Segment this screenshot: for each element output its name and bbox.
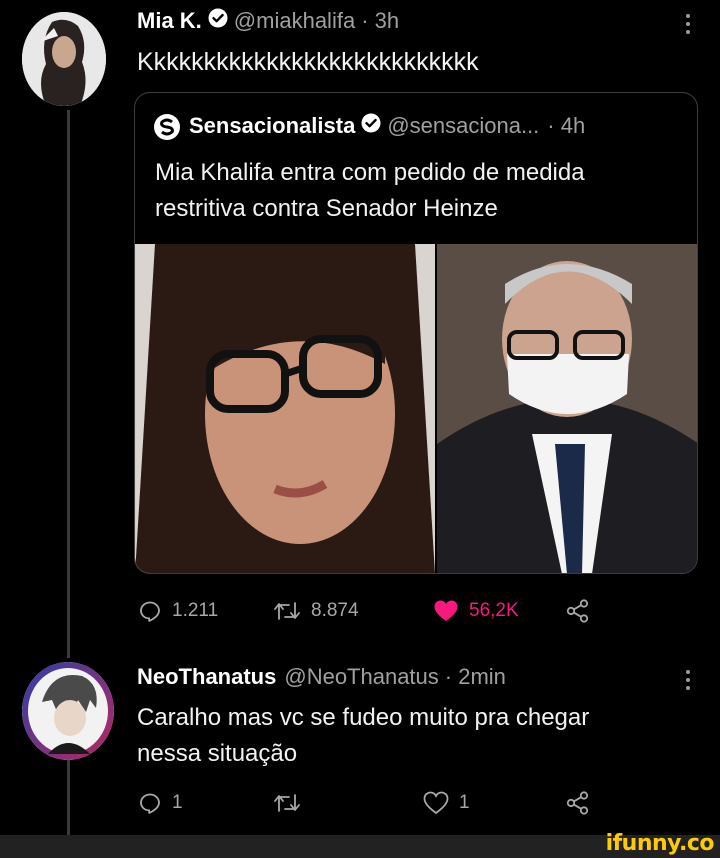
quote-image-left[interactable] — [135, 244, 435, 573]
more-options-icon[interactable] — [686, 670, 692, 690]
share-button[interactable] — [565, 598, 591, 624]
sensacionalista-logo-icon — [154, 114, 180, 140]
like-button[interactable]: 1 — [423, 791, 565, 815]
share-icon — [566, 599, 589, 623]
thread-line-top — [67, 110, 70, 658]
share-button[interactable] — [565, 790, 591, 816]
retweet-button[interactable]: 8.874 — [273, 599, 433, 623]
quote-display-name[interactable]: Sensacionalista — [189, 113, 355, 139]
avatar-image — [22, 662, 114, 760]
like-count: 1 — [459, 792, 470, 813]
retweet-icon — [274, 602, 300, 620]
reply-icon — [140, 793, 160, 814]
reply-count: 1.211 — [172, 600, 219, 621]
quote-text-line-1: Mia Khalifa entra com pedido de medida — [155, 159, 585, 186]
display-name[interactable]: NeoThanatus — [137, 664, 276, 690]
tweet-time: · 3h — [361, 8, 400, 33]
thread-line-bottom — [67, 760, 70, 838]
avatar[interactable] — [22, 12, 106, 106]
tweet-actions: 1.211 8.874 56,2K — [138, 598, 591, 624]
quote-user-handle[interactable]: @sensaciona... — [387, 113, 539, 139]
quoted-tweet[interactable]: Sensacionalista @sensaciona... · 4h Mia … — [134, 92, 698, 574]
share-icon — [566, 791, 589, 815]
reply-text-line-1: Caralho mas vc se fudeo muito pra chegar — [137, 704, 590, 731]
user-handle[interactable]: @miakhalifa — [234, 8, 355, 34]
verified-badge-icon — [361, 113, 381, 133]
quote-text-line-2: restritiva contra Senador Heinze — [155, 195, 498, 222]
ifunny-watermark: ifunny.co — [605, 831, 715, 856]
avatar-image — [22, 12, 106, 106]
heart-filled-icon — [434, 600, 458, 621]
tweet-time: · 2min — [444, 664, 506, 689]
tweet-text: Kkkkkkkkkkkkkkkkkkkkkkkkkkk — [137, 48, 479, 76]
reply-header: NeoThanatus @NeoThanatus · 2min — [137, 664, 506, 690]
retweet-count: 8.874 — [311, 600, 359, 621]
like-button[interactable]: 56,2K — [433, 599, 565, 623]
reply-button[interactable]: 1.211 — [138, 599, 273, 623]
quote-header: Sensacionalista @sensaciona... · 4h — [153, 113, 585, 141]
quote-image-right[interactable] — [437, 244, 697, 573]
display-name[interactable]: Mia K. — [137, 8, 202, 34]
reply-count: 1 — [172, 792, 183, 813]
retweet-button[interactable] — [273, 791, 423, 815]
quote-time: · 4h — [547, 113, 586, 138]
user-handle[interactable]: @NeoThanatus — [284, 664, 438, 690]
reply-actions: 1 1 — [138, 790, 591, 816]
more-options-icon[interactable] — [686, 14, 692, 34]
reply-button[interactable]: 1 — [138, 791, 273, 815]
tweet-header: Mia K. @miakhalifa · 3h — [137, 8, 399, 34]
reply-icon — [140, 601, 160, 622]
reply-text-line-2: nessa situação — [137, 740, 298, 767]
verified-badge-icon — [208, 8, 228, 28]
like-count: 56,2K — [469, 600, 519, 621]
retweet-icon — [274, 794, 300, 812]
heart-outline-icon — [423, 791, 449, 815]
avatar[interactable] — [22, 662, 114, 760]
